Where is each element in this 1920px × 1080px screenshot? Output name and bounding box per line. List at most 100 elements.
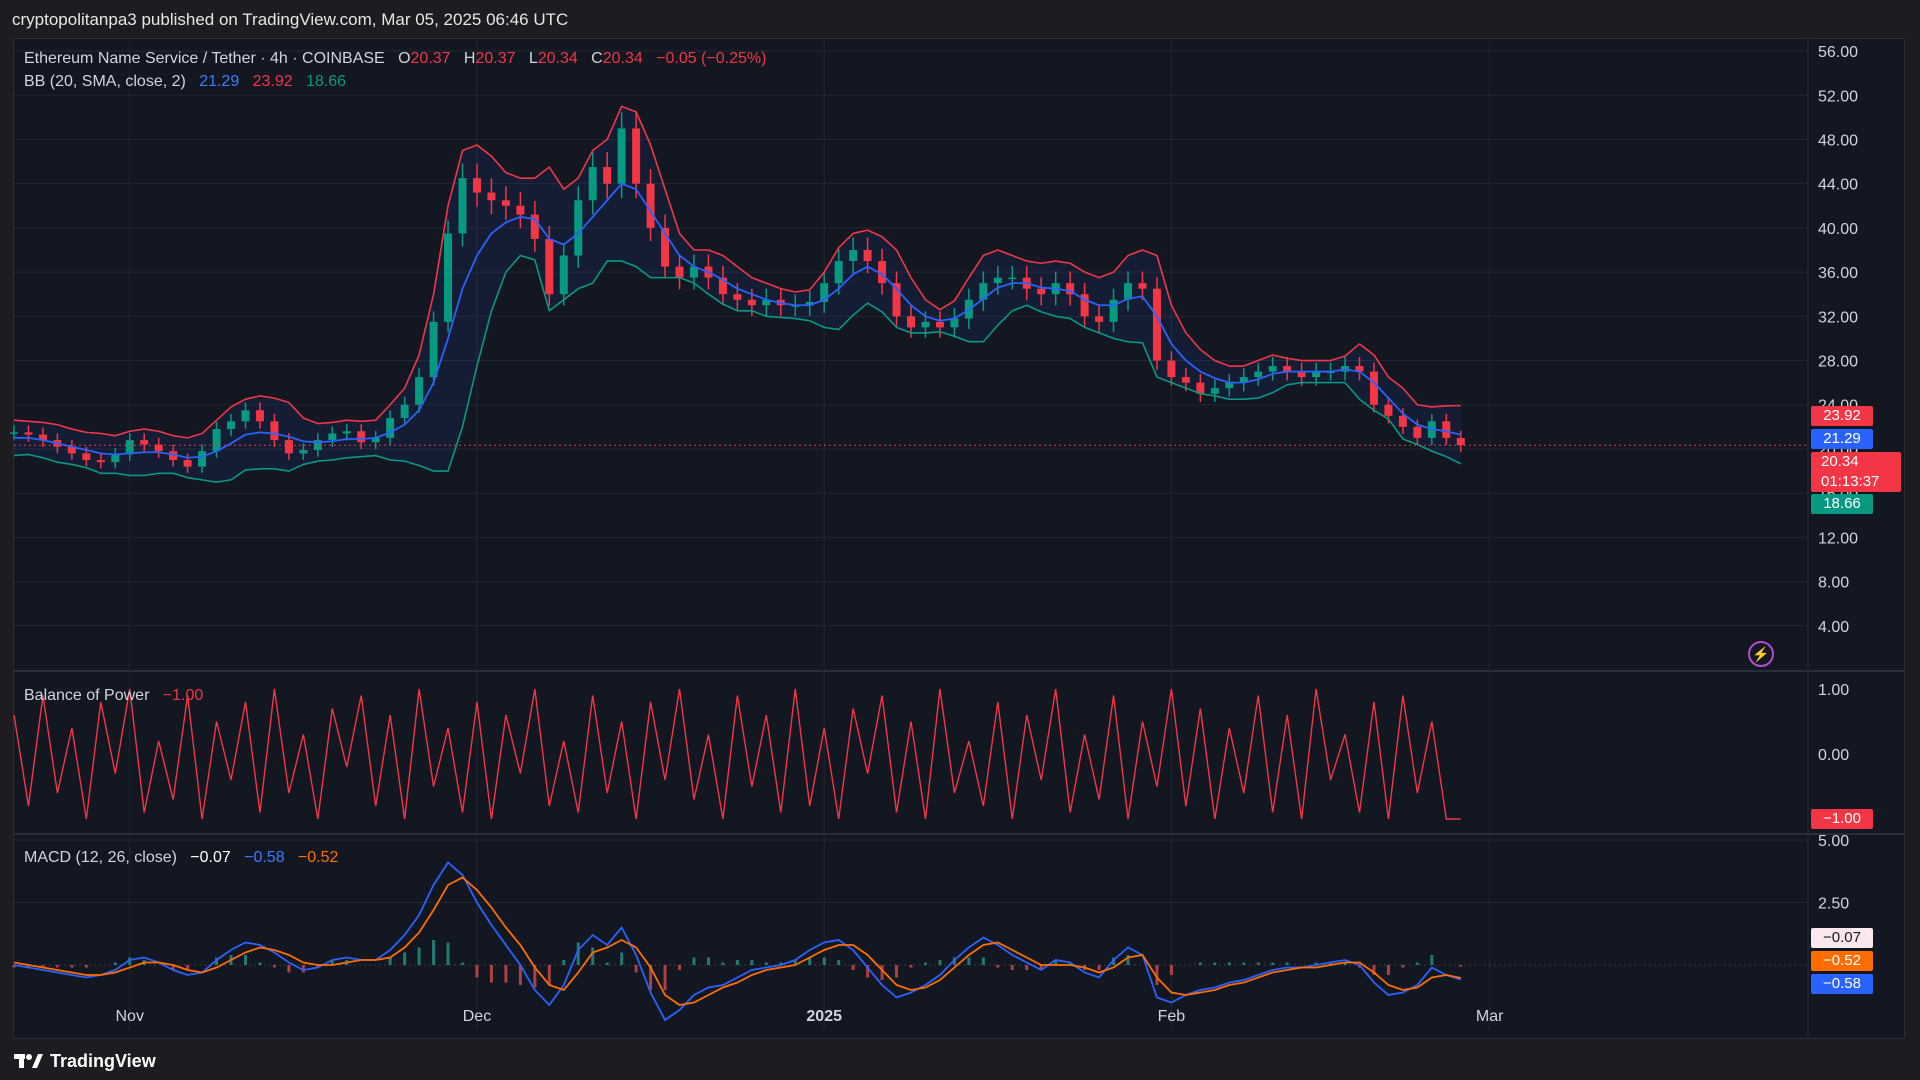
y-tick-label: 28.00 bbox=[1818, 354, 1858, 371]
bb-label: BB (20, SMA, close, 2) bbox=[24, 73, 186, 90]
low-label: L bbox=[528, 50, 538, 67]
candle-body bbox=[10, 432, 18, 434]
close-label: C bbox=[591, 50, 603, 67]
y-tick-label: 44.00 bbox=[1818, 177, 1858, 194]
y-tick-label: 40.00 bbox=[1818, 221, 1858, 238]
y-tick-label: 8.00 bbox=[1818, 575, 1849, 592]
last-price-badge: 20.34 01:13:37 bbox=[1811, 452, 1901, 492]
candle-body bbox=[1456, 437, 1465, 446]
low-value: 20.34 bbox=[537, 50, 578, 67]
candle-body bbox=[140, 440, 149, 445]
y-tick-label: 36.00 bbox=[1818, 265, 1858, 282]
macd-y-tick-label: 2.50 bbox=[1818, 896, 1849, 913]
lightning-icon[interactable]: ⚡ bbox=[1748, 641, 1774, 667]
candle-body bbox=[849, 250, 858, 262]
candle-body bbox=[1384, 404, 1393, 416]
candle-body bbox=[1167, 360, 1176, 378]
macd-line bbox=[13, 861, 1462, 1022]
candle-body bbox=[1138, 283, 1147, 289]
candle-body bbox=[357, 431, 366, 443]
close-value: 20.34 bbox=[602, 50, 643, 67]
candle-body bbox=[1442, 421, 1451, 438]
candle-body bbox=[415, 377, 424, 405]
candle-body bbox=[111, 454, 120, 463]
y-tick-label: 4.00 bbox=[1818, 619, 1849, 636]
bar-countdown: 01:13:37 bbox=[1821, 473, 1880, 490]
bb-basis-badge: 21.29 bbox=[1811, 429, 1873, 449]
candle-body bbox=[545, 238, 554, 295]
bop-value: −1.00 bbox=[162, 687, 204, 704]
macd-signal-value: −0.52 bbox=[297, 849, 339, 866]
candle-body bbox=[1095, 316, 1104, 322]
tradingview-logo-icon bbox=[14, 1054, 43, 1068]
macd-value: −0.58 bbox=[244, 849, 285, 866]
bop-y-tick-label: 0.00 bbox=[1818, 747, 1849, 764]
candle-body bbox=[501, 200, 510, 206]
candle-body bbox=[1369, 371, 1378, 405]
change-value: −0.05 (−0.25%) bbox=[656, 50, 767, 67]
y-tick-label: 48.00 bbox=[1818, 132, 1858, 149]
candle-body bbox=[284, 440, 293, 454]
candle-body bbox=[603, 167, 612, 184]
candle-body bbox=[1152, 288, 1161, 361]
candle-body bbox=[1008, 277, 1017, 280]
candle-body bbox=[617, 128, 626, 184]
candle-body bbox=[400, 404, 409, 418]
bop-badge: −1.00 bbox=[1811, 809, 1873, 829]
candle-body bbox=[834, 261, 843, 284]
bb-lower-badge: 18.66 bbox=[1811, 494, 1873, 514]
candle-body bbox=[328, 433, 337, 441]
candle-body bbox=[227, 421, 236, 430]
candle-body bbox=[96, 460, 105, 463]
candle-body bbox=[1124, 283, 1133, 300]
bop-line bbox=[13, 688, 1461, 820]
candle-body bbox=[574, 200, 583, 256]
candle-body bbox=[1037, 288, 1046, 295]
x-tick-label: Nov bbox=[116, 1008, 144, 1025]
candle-body bbox=[1398, 415, 1407, 427]
macd-hist-badge: −0.07 bbox=[1811, 928, 1873, 948]
macd-signal-line bbox=[13, 876, 1461, 1006]
candle-body bbox=[82, 453, 91, 460]
high-value: 20.37 bbox=[475, 50, 516, 67]
candle-body bbox=[1254, 371, 1263, 378]
macd-y-tick-label: 5.00 bbox=[1818, 833, 1849, 850]
bb-basis-value: 21.29 bbox=[199, 73, 240, 90]
y-tick-label: 32.00 bbox=[1818, 309, 1858, 326]
candle-body bbox=[747, 299, 756, 306]
x-tick-label: Mar bbox=[1476, 1008, 1504, 1025]
candle-body bbox=[1268, 366, 1277, 372]
candle-body bbox=[907, 316, 915, 328]
macd-label: MACD (12, 26, close) bbox=[24, 849, 177, 866]
candle-body bbox=[863, 250, 872, 262]
candle-body bbox=[183, 460, 192, 467]
tradingview-logo[interactable]: TradingView bbox=[14, 1051, 156, 1072]
footer-bar: TradingView bbox=[0, 1042, 1920, 1080]
macd-line-badge: −0.58 bbox=[1811, 974, 1873, 994]
candle-body bbox=[342, 431, 351, 434]
main-legend: Ethereum Name Service / Tether · 4h · CO… bbox=[24, 50, 766, 68]
candle-body bbox=[993, 277, 1002, 284]
candle-body bbox=[559, 255, 568, 295]
bb-upper-badge: 23.92 bbox=[1811, 406, 1873, 426]
high-label: H bbox=[463, 50, 476, 67]
x-tick-label: Feb bbox=[1158, 1008, 1186, 1025]
candle-body bbox=[935, 321, 944, 328]
bop-legend: Balance of Power −1.00 bbox=[24, 687, 203, 705]
tradingview-brand: TradingView bbox=[50, 1050, 156, 1071]
candle-body bbox=[516, 205, 525, 215]
candle-body bbox=[444, 233, 453, 322]
chart-canvas[interactable]: Nov Dec 2025 Feb Mar 56.00 52.00 48.00 44.00 40.0… bbox=[0, 0, 1920, 1042]
candle-body bbox=[24, 432, 33, 435]
y-tick-label: 56.00 bbox=[1818, 44, 1858, 61]
open-value: 20.37 bbox=[410, 50, 451, 67]
macd-hist-value: −0.07 bbox=[190, 849, 231, 866]
candle-body bbox=[1413, 426, 1422, 438]
candle-body bbox=[487, 192, 496, 201]
candle-body bbox=[588, 167, 597, 201]
macd-legend: MACD (12, 26, close) −0.07 −0.58 −0.52 bbox=[24, 849, 338, 867]
candle-body bbox=[472, 178, 481, 193]
symbol-title: Ethereum Name Service / Tether · 4h · CO… bbox=[24, 50, 385, 67]
last-price: 20.34 bbox=[1821, 453, 1859, 470]
candle-body bbox=[270, 421, 279, 441]
